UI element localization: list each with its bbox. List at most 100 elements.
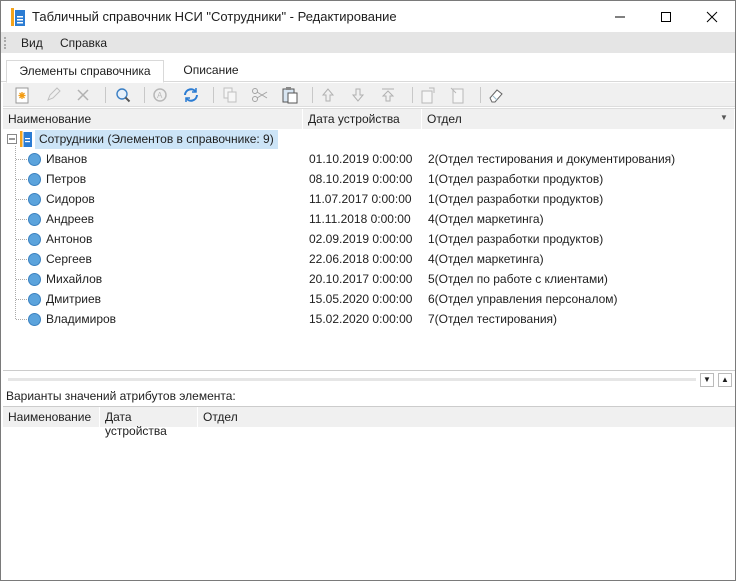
tab-description[interactable]: Описание	[171, 60, 251, 82]
cell-name: Владимиров	[46, 312, 117, 326]
eraser-icon[interactable]	[487, 86, 505, 104]
tab-strip: Элементы справочника Описание	[1, 53, 735, 83]
cell-name: Иванов	[46, 152, 88, 166]
table-row[interactable]: Михайлов 20.10.2017 0:00:00 5(Отдел по р…	[3, 269, 735, 289]
cell-date: 22.06.2018 0:00:00	[309, 252, 413, 266]
delete-icon[interactable]	[74, 86, 92, 104]
table-row[interactable]: Иванов 01.10.2019 0:00:00 2(Отдел тестир…	[3, 149, 735, 169]
auto-refresh-icon[interactable]: A	[151, 86, 169, 104]
separator	[312, 87, 313, 103]
search-icon[interactable]	[114, 86, 132, 104]
element-icon	[28, 313, 41, 326]
separator	[480, 87, 481, 103]
element-icon	[28, 213, 41, 226]
tree-connector	[16, 219, 28, 220]
cell-dept: 2(Отдел тестирования и документирования)	[428, 152, 676, 166]
tab-elements[interactable]: Элементы справочника	[6, 60, 164, 83]
collapse-down-button[interactable]: ▼	[700, 373, 714, 387]
table-row[interactable]: Владимиров 15.02.2020 0:00:00 7(Отдел те…	[3, 309, 735, 329]
grip-handle	[4, 37, 6, 49]
table-row[interactable]: Петров 08.10.2019 0:00:00 1(Отдел разраб…	[3, 169, 735, 189]
cell-dept: 1(Отдел разработки продуктов)	[428, 232, 604, 246]
tree-connector	[16, 199, 28, 200]
add-element-icon[interactable]	[13, 86, 31, 104]
cell-name: Андреев	[46, 212, 95, 226]
cell-date: 15.05.2020 0:00:00	[309, 292, 413, 306]
separator	[412, 87, 413, 103]
table-row[interactable]: Сидоров 11.07.2017 0:00:00 1(Отдел разра…	[3, 189, 735, 209]
title-bar: Табличный справочник НСИ "Сотрудники" - …	[1, 1, 735, 32]
cell-dept: 1(Отдел разработки продуктов)	[428, 192, 604, 206]
tree-connector	[16, 299, 28, 300]
cell-name: Сидоров	[46, 192, 95, 206]
table-row[interactable]: Сергеев 22.06.2018 0:00:00 4(Отдел марке…	[3, 249, 735, 269]
cell-date: 20.10.2017 0:00:00	[309, 272, 413, 286]
toolbar: A	[3, 83, 735, 107]
refresh-icon[interactable]	[182, 86, 200, 104]
tree-connector	[16, 319, 28, 320]
cell-dept: 7(Отдел тестирования)	[428, 312, 558, 326]
cell-dept: 5(Отдел по работе с клиентами)	[428, 272, 608, 286]
move-top-icon[interactable]	[379, 86, 397, 104]
tree-root-label: Сотрудники (Элементов в справочнике: 9)	[35, 130, 278, 149]
table-row[interactable]: Дмитриев 15.05.2020 0:00:00 6(Отдел упра…	[3, 289, 735, 309]
column-header-date[interactable]: Дата устройства	[303, 109, 422, 129]
close-button[interactable]	[689, 1, 735, 32]
table-row[interactable]: Антонов 02.09.2019 0:00:00 1(Отдел разра…	[3, 229, 735, 249]
cell-dept: 6(Отдел управления персоналом)	[428, 292, 618, 306]
separator	[144, 87, 145, 103]
column-header-name[interactable]: Наименование	[3, 109, 303, 129]
menu-help[interactable]: Справка	[60, 36, 107, 50]
column-header-date[interactable]: Дата устройства	[100, 407, 197, 438]
menu-view[interactable]: Вид	[21, 36, 43, 50]
maximize-icon	[661, 11, 671, 22]
cell-date: 11.11.2018 0:00:00	[309, 212, 411, 226]
copy-icon[interactable]	[221, 86, 239, 104]
table-row[interactable]: Андреев 11.11.2018 0:00:00 4(Отдел марке…	[3, 209, 735, 229]
column-header-dept[interactable]: Отдел	[198, 407, 735, 427]
cell-date: 08.10.2019 0:00:00	[309, 172, 413, 186]
tree-connector	[16, 159, 28, 160]
maximize-button[interactable]	[643, 1, 689, 32]
splitter-bar[interactable]	[8, 378, 696, 381]
expand-up-button[interactable]: ▲	[718, 373, 732, 387]
edit-icon[interactable]	[44, 86, 62, 104]
element-icon	[28, 233, 41, 246]
cell-name: Антонов	[46, 232, 93, 246]
import-icon[interactable]	[449, 86, 467, 104]
cell-name: Михайлов	[46, 272, 103, 286]
cut-icon[interactable]	[251, 86, 269, 104]
element-icon	[28, 293, 41, 306]
tree-connector	[16, 259, 28, 260]
move-up-icon[interactable]	[319, 86, 337, 104]
elements-grid: Наименование Дата устройства Отдел ▼ Сот…	[3, 108, 735, 370]
splitter[interactable]: ▼ ▲	[3, 370, 735, 388]
column-header-dept[interactable]: Отдел	[422, 109, 735, 129]
export-icon[interactable]	[419, 86, 437, 104]
close-icon	[706, 11, 718, 22]
directory-icon	[11, 8, 25, 26]
directory-icon	[20, 131, 32, 147]
minimize-button[interactable]	[597, 1, 643, 32]
cell-dept: 4(Отдел маркетинга)	[428, 252, 544, 266]
move-down-icon[interactable]	[349, 86, 367, 104]
element-icon	[28, 153, 41, 166]
cell-name: Сергеев	[46, 252, 92, 266]
tree-connector	[16, 179, 28, 180]
tree-root-row[interactable]: Сотрудники (Элементов в справочнике: 9)	[3, 129, 735, 149]
cell-date: 02.09.2019 0:00:00	[309, 232, 413, 246]
column-header-name[interactable]: Наименование	[3, 407, 99, 427]
collapse-icon[interactable]	[7, 134, 17, 144]
column-dropdown-icon[interactable]: ▼	[720, 113, 728, 122]
element-icon	[28, 273, 41, 286]
window: Табличный справочник НСИ "Сотрудники" - …	[0, 0, 736, 581]
tree-connector	[16, 279, 28, 280]
attribute-variants-label: Варианты значений атрибутов элемента:	[6, 389, 236, 403]
cell-dept: 4(Отдел маркетинга)	[428, 212, 544, 226]
paste-icon[interactable]	[281, 86, 299, 104]
cell-date: 15.02.2020 0:00:00	[309, 312, 413, 326]
attribute-variants-grid: Наименование Дата устройства Отдел	[3, 406, 735, 580]
menu-bar: Вид Справка	[1, 32, 735, 53]
tree-connector	[16, 239, 28, 240]
cell-name: Петров	[46, 172, 87, 186]
